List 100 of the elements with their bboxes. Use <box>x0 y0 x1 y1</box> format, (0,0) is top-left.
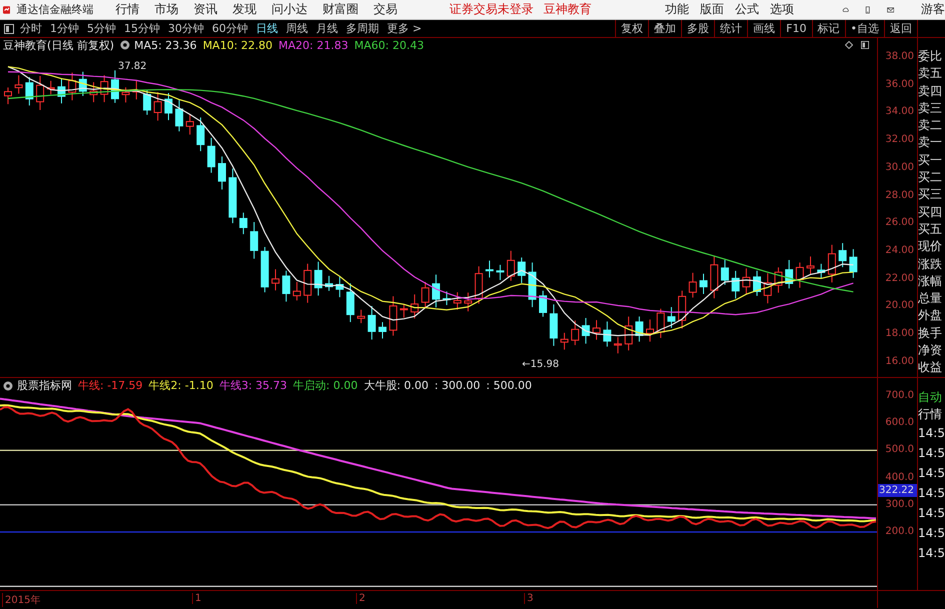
candlestick <box>442 290 451 306</box>
candlestick <box>78 71 87 96</box>
quote-label[interactable]: 涨跌 <box>918 256 945 273</box>
toolbar-item[interactable]: 公式 <box>734 1 759 18</box>
toolbar-item[interactable]: 功能 <box>664 1 689 18</box>
candlestick <box>250 222 258 260</box>
period-tab[interactable]: 5分钟 <box>87 21 116 36</box>
quote-label[interactable]: 买三 <box>918 186 945 204</box>
period-tab[interactable]: 多周期 <box>346 21 379 36</box>
axis-label: 26.00 <box>884 216 915 230</box>
quote-label[interactable]: 卖三 <box>918 100 945 118</box>
indicator-value: 大牛股: 0.00 <box>364 378 428 393</box>
menu-item[interactable]: 资讯 <box>193 1 218 18</box>
period-tab[interactable]: 1分钟 <box>50 21 79 36</box>
user-label[interactable]: 游客 <box>921 1 945 18</box>
notice-link[interactable]: 豆神教育 <box>543 1 592 18</box>
axis-label: 500.0 <box>884 443 915 456</box>
quote-label[interactable]: 净资 <box>918 342 945 360</box>
chart-tool-button[interactable]: 返回 <box>884 20 918 37</box>
quote-label[interactable]: 卖四 <box>918 82 945 100</box>
ma-value: MA20: 21.83 <box>278 38 348 52</box>
trade-time: 14:5 <box>918 485 945 502</box>
axis-label: 30.00 <box>884 160 915 175</box>
trade-time: 14:5 <box>918 445 945 462</box>
menu-item[interactable]: 发现 <box>232 1 256 18</box>
settings-icon[interactable] <box>3 380 13 390</box>
period-tab[interactable]: 日线 <box>256 21 278 36</box>
axis-label: 36.00 <box>884 78 915 92</box>
quote-label[interactable]: 委比 <box>918 48 945 66</box>
quote-label[interactable]: 卖五 <box>918 65 945 83</box>
candlestick <box>849 248 858 278</box>
quote-label[interactable]: 买五 <box>918 220 945 238</box>
quote-label[interactable]: 现价 <box>918 238 945 256</box>
candlestick <box>272 268 280 291</box>
axis-label: 38.00 <box>884 50 915 64</box>
quote-label[interactable]: 买四 <box>918 204 945 221</box>
diamond-icon[interactable] <box>845 41 853 49</box>
axis-label: 200.0 <box>884 525 915 538</box>
candlestick <box>838 242 847 268</box>
chart-tool-button[interactable]: •自选 <box>844 20 884 37</box>
toolbar-item[interactable]: 选项 <box>770 1 794 18</box>
candlestick <box>25 76 34 106</box>
period-tab[interactable]: 更多 > <box>387 21 422 36</box>
period-tab[interactable]: 60分钟 <box>212 21 248 36</box>
quote-label[interactable]: 涨幅 <box>918 272 945 290</box>
candlestick <box>175 100 184 132</box>
quote-label[interactable]: 总量 <box>918 290 945 308</box>
candlestick <box>464 292 472 312</box>
period-tab[interactable]: 15分钟 <box>124 21 160 36</box>
menu-item[interactable]: 问小达 <box>271 1 308 18</box>
candlestick <box>539 290 547 318</box>
time-axis-label: 2015年 <box>2 593 40 607</box>
quote-label[interactable]: 换手 <box>918 324 945 342</box>
quote-label[interactable]: 收益 <box>918 359 945 377</box>
menu-item[interactable]: 行情 <box>115 1 140 18</box>
chart-tool-button[interactable]: F10 <box>780 20 812 37</box>
chart-tool-button[interactable]: 统计 <box>714 20 748 37</box>
candlestick <box>260 246 269 293</box>
quote-label[interactable]: 买一 <box>918 152 945 170</box>
quote-label[interactable]: 卖二 <box>918 117 945 134</box>
stock-title: 豆神教育(日线 前复权) <box>3 38 114 52</box>
candlestick <box>14 74 23 94</box>
candlestick <box>828 244 836 283</box>
indicator-value: 牛线: -17.59 <box>78 378 143 393</box>
menu-item[interactable]: 财富圈 <box>322 1 358 18</box>
mode-label[interactable]: 自动 <box>918 389 945 406</box>
menu-item[interactable]: 市场 <box>154 1 178 18</box>
axis-label: 18.00 <box>884 327 915 342</box>
candlestick <box>774 266 782 294</box>
candlestick <box>582 317 590 344</box>
candlestick <box>635 316 644 342</box>
quote-label[interactable]: 外盘 <box>918 307 945 325</box>
panel-toggle-icon[interactable] <box>861 41 869 49</box>
period-tab[interactable]: 月线 <box>316 21 338 36</box>
chart-tool-button[interactable]: 叠加 <box>648 20 682 37</box>
candlestick <box>122 86 130 103</box>
chart-tool-button[interactable]: 多股 <box>681 20 714 37</box>
period-tab[interactable]: 30分钟 <box>168 21 204 36</box>
candlestick <box>817 263 826 278</box>
mode-label[interactable]: 行情 <box>918 406 945 423</box>
low-price-label: ←15.98 <box>522 359 560 370</box>
candlestick <box>700 273 708 294</box>
candlestick <box>239 212 248 235</box>
chart-tool-button[interactable]: 标记 <box>812 20 844 37</box>
candlestick <box>336 276 344 298</box>
settings-icon[interactable] <box>120 40 130 50</box>
period-tab[interactable]: 周线 <box>286 21 308 36</box>
period-tab[interactable]: 分时 <box>20 21 42 36</box>
quote-label[interactable]: 买二 <box>918 169 945 186</box>
candlestick <box>196 116 205 152</box>
chart-tool-button[interactable]: 复权 <box>615 20 648 37</box>
candlestick <box>325 275 333 292</box>
chart-tool-button[interactable]: 画线 <box>747 20 780 37</box>
quote-label[interactable]: 卖一 <box>918 134 945 152</box>
menu-item[interactable]: 交易 <box>373 1 398 18</box>
axis-label: 34.00 <box>884 105 915 120</box>
toolbar-item[interactable]: 版面 <box>700 1 724 18</box>
notice-link[interactable]: 证券交易未登录 <box>449 1 534 18</box>
time-axis-label: 3 <box>524 593 534 604</box>
panel-toggle-icon[interactable] <box>4 24 14 34</box>
